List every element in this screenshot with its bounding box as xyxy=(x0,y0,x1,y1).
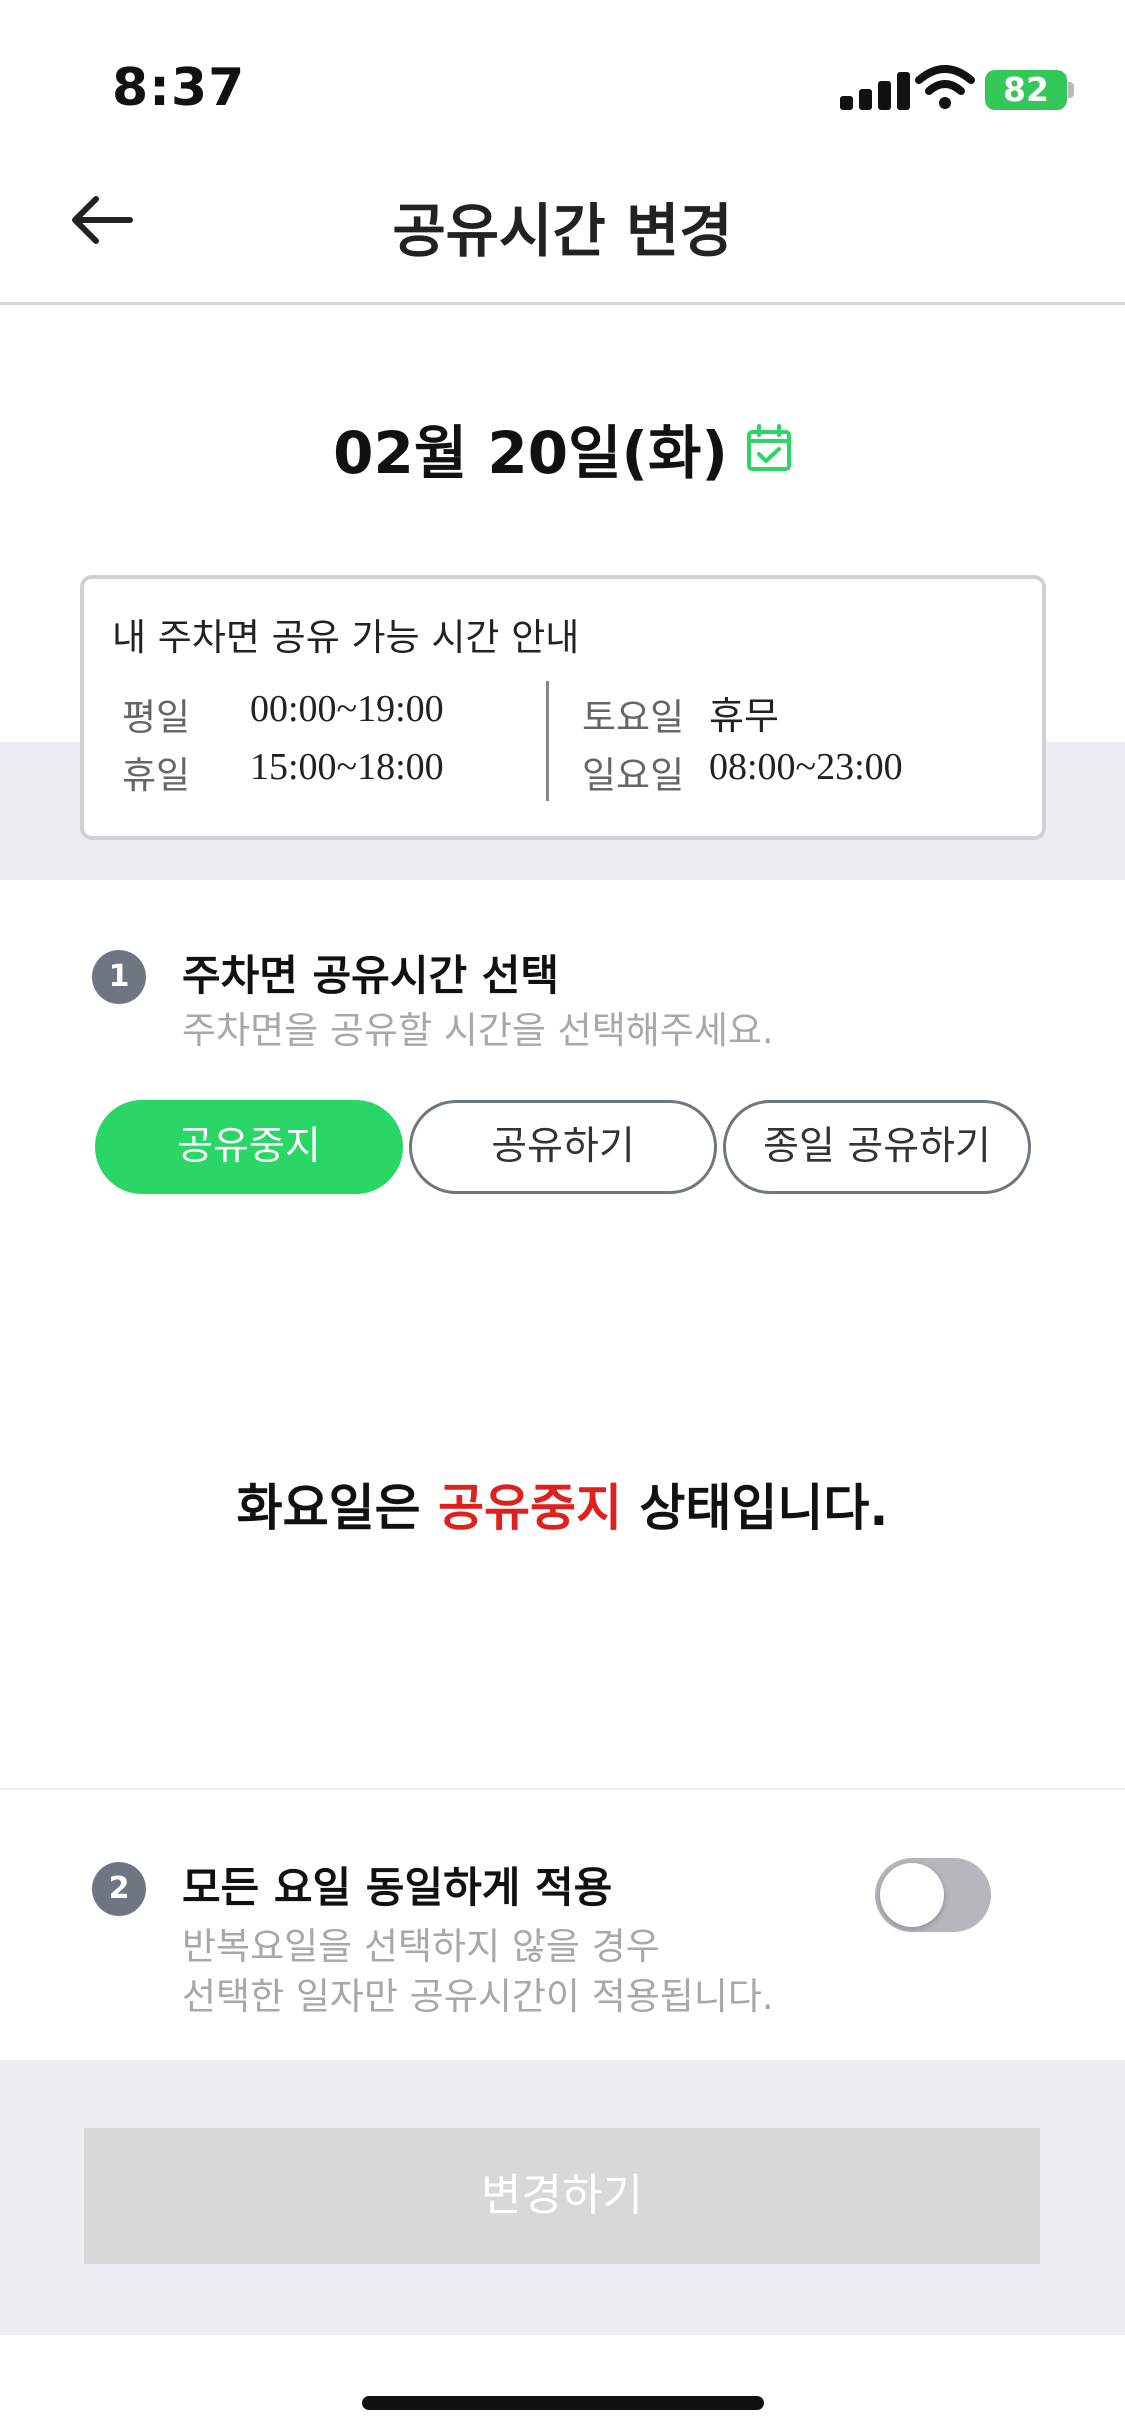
holiday-hours: 15:00~18:00 xyxy=(250,746,444,788)
saturday-label: 토요일 xyxy=(582,696,685,739)
weekday-label: 평일 xyxy=(122,696,191,739)
battery-cap xyxy=(1068,82,1074,98)
step-2-badge: 2 xyxy=(92,1862,146,1916)
battery-indicator: 82 xyxy=(985,70,1067,110)
stop-sharing-button[interactable]: 공유중지 xyxy=(95,1100,403,1194)
info-card-title: 내 주차면 공유 가능 시간 안내 xyxy=(112,616,580,659)
toggle-knob xyxy=(880,1863,944,1927)
apply-all-days-toggle[interactable] xyxy=(875,1858,991,1932)
status-bar-time: 8:37 xyxy=(112,58,246,118)
section-2-title: 모든 요일 동일하게 적용 xyxy=(182,1863,613,1912)
status-suffix: 상태입니다. xyxy=(622,1479,889,1537)
section-1-title: 주차면 공유시간 선택 xyxy=(182,951,560,1000)
status-prefix: 화요일은 xyxy=(236,1479,438,1537)
section-divider xyxy=(0,1788,1125,1790)
sunday-label: 일요일 xyxy=(582,754,685,797)
home-indicator xyxy=(362,2396,764,2410)
header-divider xyxy=(0,302,1125,305)
selected-date: 02월 20일(화) xyxy=(333,419,728,487)
calendar-check-icon[interactable] xyxy=(746,424,792,472)
date-selector[interactable]: 02월 20일(화) xyxy=(0,408,1125,488)
sharing-status-message: 화요일은 공유중지 상태입니다. xyxy=(0,1468,1125,1540)
share-button[interactable]: 공유하기 xyxy=(409,1100,717,1194)
sunday-hours: 08:00~23:00 xyxy=(709,746,903,788)
step-1-badge: 1 xyxy=(92,950,146,1004)
holiday-label: 휴일 xyxy=(122,754,191,797)
wifi-icon xyxy=(915,65,975,109)
page-title: 공유시간 변경 xyxy=(392,197,733,265)
section-1-subtitle: 주차면을 공유할 시간을 선택해주세요. xyxy=(182,1009,774,1052)
share-all-day-button[interactable]: 종일 공유하기 xyxy=(723,1100,1031,1194)
section-2-subtitle-line2: 선택한 일자만 공유시간이 적용됩니다. xyxy=(182,1975,774,2018)
saturday-hours: 휴무 xyxy=(709,694,779,738)
status-highlight: 공유중지 xyxy=(438,1479,622,1537)
weekday-hours: 00:00~19:00 xyxy=(250,688,444,730)
section-2-subtitle-line1: 반복요일을 선택하지 않을 경우 xyxy=(182,1925,660,1968)
info-column-divider xyxy=(546,681,549,801)
availability-info-card: 내 주차면 공유 가능 시간 안내 평일 00:00~19:00 휴일 15:0… xyxy=(80,575,1046,840)
submit-change-button[interactable]: 변경하기 xyxy=(84,2128,1040,2264)
